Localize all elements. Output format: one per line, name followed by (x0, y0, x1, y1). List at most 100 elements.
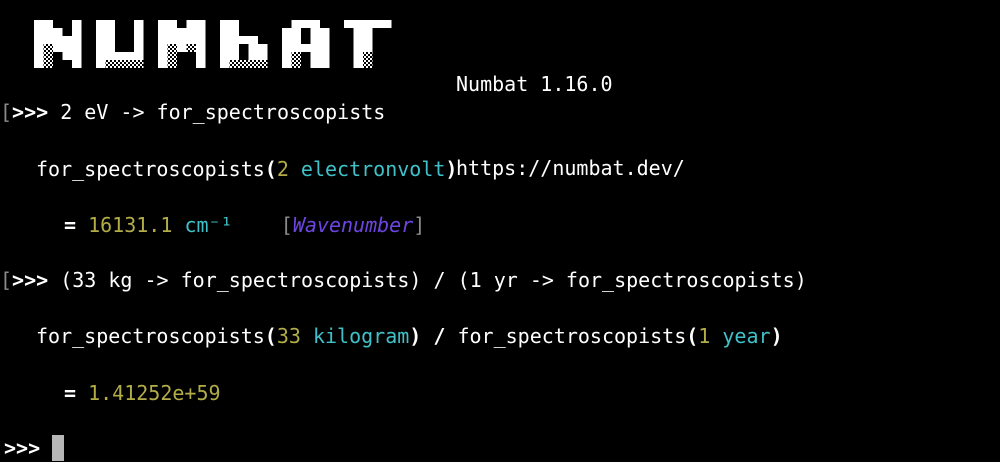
unit-value: kilogram (312, 324, 410, 348)
logo-block (258, 60, 268, 68)
numbat-logo (34, 20, 392, 68)
logo-block (34, 36, 44, 44)
logo-block (239, 60, 249, 68)
logo-block (196, 20, 206, 28)
number-value: 2 (276, 157, 289, 181)
logo-block (248, 44, 258, 52)
result-line-2: = 1.41252e+59 (64, 379, 221, 407)
logo-block (363, 36, 373, 44)
logo-block (320, 36, 330, 44)
logo-block (353, 44, 363, 52)
logo-block (196, 52, 206, 60)
prompt: >>> (12, 100, 49, 124)
prompt-marker: [ (0, 268, 13, 292)
logo-block (43, 36, 53, 44)
logo-block (220, 36, 230, 44)
logo-block (34, 20, 44, 28)
logo-block (124, 60, 134, 68)
logo-block (34, 28, 44, 36)
logo-block (310, 44, 320, 52)
unit-value: year (722, 324, 771, 348)
input-line-1: [>>> 2 eV -> for_spectroscopists (0, 98, 385, 126)
logo-block (134, 52, 144, 60)
logo-block (220, 60, 230, 68)
input-text: 2 eV -> for_spectroscopists (48, 100, 386, 124)
logo-block (363, 44, 373, 52)
logo-block (344, 20, 354, 28)
paren-close: ) (409, 324, 422, 348)
logo-block (158, 36, 168, 44)
version-info: Numbat 1.16.0 https://numbat.dev/ (456, 14, 685, 238)
logo-block (363, 20, 373, 28)
equals-sign: = (64, 381, 77, 405)
number-value: 33 (276, 324, 301, 348)
number-value: 1 (698, 324, 711, 348)
logo-block (158, 28, 168, 36)
logo-block (320, 60, 330, 68)
logo-block (62, 52, 72, 60)
result-type: Wavenumber (292, 213, 414, 237)
logo-block (177, 44, 187, 52)
logo-block (167, 20, 177, 28)
paren-close: ) (445, 157, 458, 181)
logo-block (353, 36, 363, 44)
logo-block (34, 52, 44, 60)
logo-block (291, 44, 301, 52)
logo-block (96, 28, 106, 36)
logo-block (43, 44, 53, 52)
paren-close: ) (770, 324, 783, 348)
logo-block (282, 52, 292, 60)
equals-sign: = (64, 213, 77, 237)
logo-block (43, 52, 53, 60)
logo-block (186, 20, 196, 28)
logo-block (291, 60, 301, 68)
logo-block (239, 36, 249, 44)
logo-block (310, 20, 320, 28)
logo-block (96, 44, 106, 52)
text-cursor[interactable] (52, 435, 65, 461)
result-number: 16131.1 (88, 213, 173, 237)
logo-block (282, 36, 292, 44)
logo-block (220, 44, 230, 52)
logo-block (134, 36, 144, 44)
logo-block (282, 60, 292, 68)
logo-block (34, 44, 44, 52)
logo-block (220, 20, 230, 28)
logo-block (72, 36, 82, 44)
logo-block (248, 52, 258, 60)
logo-block (291, 36, 301, 44)
logo-block (229, 36, 239, 44)
logo-block (363, 28, 373, 36)
logo-block (158, 60, 168, 68)
logo-block (229, 60, 239, 68)
logo-block (134, 44, 144, 52)
unit-value: electronvolt (300, 157, 446, 181)
result-number: 1.41252e+59 (88, 381, 221, 405)
current-prompt-line[interactable]: >>> (4, 434, 65, 462)
logo-block (158, 52, 168, 60)
logo-block (282, 44, 292, 52)
logo-block (353, 28, 363, 36)
logo-block (124, 52, 134, 60)
app-url[interactable]: https://numbat.dev/ (456, 154, 685, 182)
logo-block (72, 20, 82, 28)
logo-block (43, 28, 53, 36)
division-operator: / (421, 324, 458, 348)
logo-block (96, 36, 106, 44)
terminal-window[interactable]: Numbat 1.16.0 https://numbat.dev/ [>>> 2… (0, 0, 1000, 462)
logo-block (186, 44, 196, 52)
logo-block (43, 20, 53, 28)
app-version: Numbat 1.16.0 (456, 72, 613, 96)
logo-block (301, 44, 311, 52)
logo-block (282, 28, 292, 36)
logo-block (310, 28, 320, 36)
echo-line-2: for_spectroscopists(33 kilogram) / for_s… (36, 322, 783, 350)
logo-block (105, 20, 115, 28)
logo-block (186, 28, 196, 36)
logo-block (258, 52, 268, 60)
input-text: (33 kg -> for_spectroscopists) / (1 yr -… (48, 268, 807, 292)
logo-block (53, 44, 63, 52)
logo-block (72, 44, 82, 52)
paren-open: ( (686, 324, 699, 348)
